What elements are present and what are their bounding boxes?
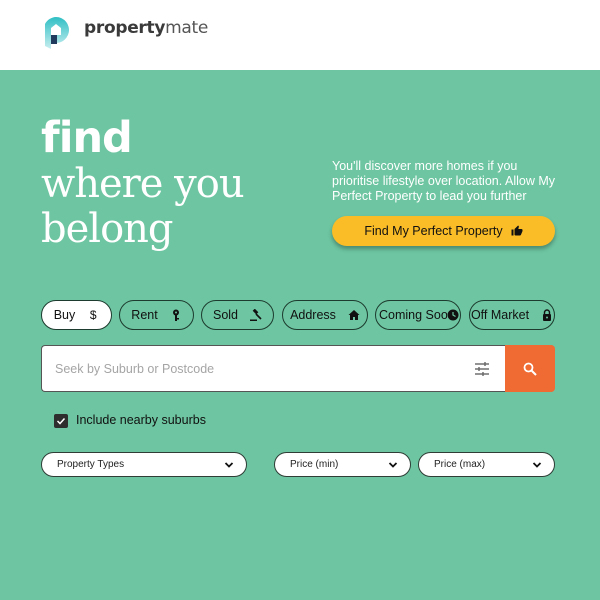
price-min-select[interactable]: Price (min) [274,452,411,477]
chevron-down-icon [532,462,542,468]
tab-rent[interactable]: Rent [119,300,194,330]
search-box [41,345,505,392]
include-nearby-checkbox[interactable] [54,414,68,428]
search-icon [523,362,537,376]
select-value: Price (max) [434,459,486,470]
tab-label: Address [290,308,336,322]
tab-label: Coming Soon [379,308,447,322]
tab-label: Off Market [470,308,530,322]
cta-label: Find My Perfect Property [364,224,503,238]
hero-line-3: belong [41,206,174,252]
select-value: Property Types [57,459,125,470]
brand-name[interactable]: propertymate [84,18,208,38]
site-header: propertymate [0,0,600,70]
tab-coming-soon[interactable]: Coming Soon [375,300,461,330]
tab-off-market[interactable]: Off Market [469,300,555,330]
sliders-icon[interactable] [474,361,490,377]
thumbs-up-icon [511,225,523,236]
include-nearby-label[interactable]: Include nearby suburbs [76,413,206,427]
clock-icon [447,309,459,321]
promo-text: You'll discover more homes if you priori… [332,159,555,203]
tab-label: Rent [131,308,158,322]
brand-bold: property [84,18,166,38]
search-button[interactable] [505,345,555,392]
hero-title-find: find [41,113,133,163]
checkmark-icon [56,417,66,425]
tab-address[interactable]: Address [282,300,368,330]
price-max-select[interactable]: Price (max) [418,452,555,477]
tab-label: Buy [53,308,76,322]
lock-icon [543,309,552,321]
find-my-perfect-property-button[interactable]: Find My Perfect Property [332,216,555,246]
hero-subtitle: where you belong [41,161,245,252]
hero-line-2: where you [41,161,245,207]
chevron-down-icon [388,462,398,468]
key-icon [172,309,179,321]
tab-label: Sold [212,308,239,322]
suburb-postcode-search-input[interactable] [55,346,455,391]
dollar-icon: $ [89,308,97,322]
brand-light: mate [165,18,209,38]
logo-icon[interactable] [42,16,70,50]
tab-sold[interactable]: Sold [201,300,274,330]
chevron-down-icon [224,462,234,468]
select-value: Price (min) [290,459,339,470]
property-types-select[interactable]: Property Types [41,452,247,477]
home-icon [348,310,360,320]
gavel-icon [250,309,262,321]
tab-buy[interactable]: Buy $ [41,300,112,330]
